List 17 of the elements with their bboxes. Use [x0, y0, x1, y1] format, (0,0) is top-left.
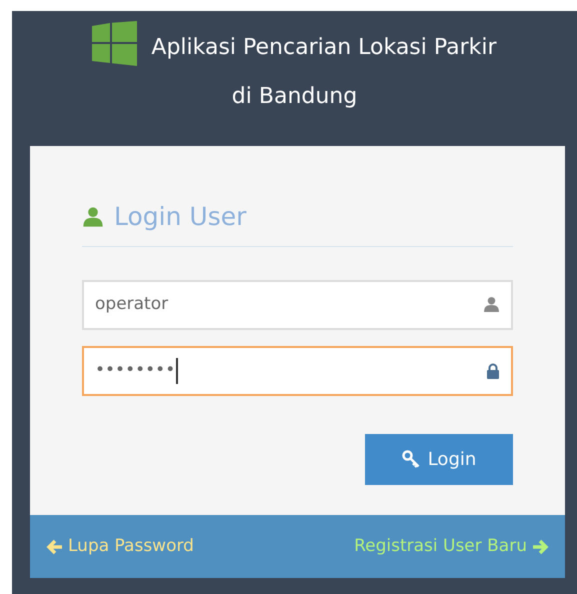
field-value: •••••••• [95, 358, 486, 384]
arrow-right-icon [531, 538, 549, 556]
lock-icon [486, 362, 500, 378]
field-value: operator [95, 292, 170, 316]
input-field[interactable]: •••••••• [82, 346, 513, 396]
windows-logo-icon [92, 21, 138, 66]
arrow-left-icon [46, 538, 64, 556]
forgot-password-link[interactable]: Lupa Password [46, 534, 194, 560]
app-title: Aplikasi Pencarian Lokasi Parkir [151, 34, 497, 62]
register-link[interactable]: Registrasi User Baru [354, 534, 549, 560]
user-icon [82, 206, 104, 228]
app-title: di Bandung [232, 83, 358, 111]
login-heading: Login User [114, 201, 246, 233]
input-field[interactable]: operator [82, 280, 513, 330]
login-button[interactable]: Login [365, 434, 513, 484]
user-icon [483, 296, 500, 313]
key-icon [402, 450, 420, 468]
